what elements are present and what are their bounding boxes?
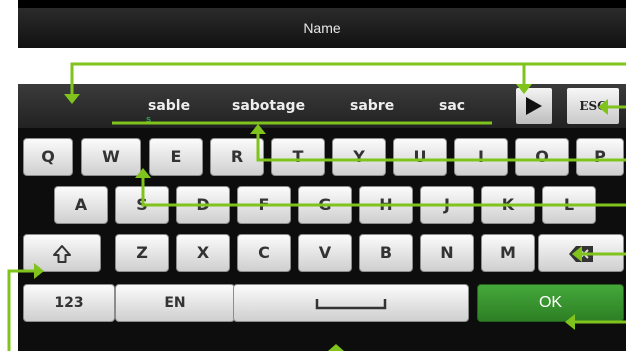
- ok-button[interactable]: OK: [477, 284, 624, 322]
- key-a[interactable]: A: [54, 186, 108, 224]
- backspace-key[interactable]: [538, 234, 624, 272]
- next-suggestions-button[interactable]: [516, 88, 552, 124]
- suggestion-4[interactable]: sac: [439, 84, 465, 128]
- key-n[interactable]: N: [420, 234, 474, 272]
- key-y[interactable]: Y: [332, 138, 386, 176]
- numbers-key[interactable]: 123: [23, 284, 115, 322]
- key-j[interactable]: J: [420, 186, 474, 224]
- key-v[interactable]: V: [298, 234, 352, 272]
- key-f[interactable]: F: [237, 186, 291, 224]
- keyboard: Q W E R T Y U I O P A S D F G H J K L Z …: [18, 128, 626, 351]
- space-key[interactable]: [233, 284, 469, 322]
- suggestion-1[interactable]: sable: [148, 84, 190, 128]
- key-l[interactable]: L: [542, 186, 596, 224]
- key-c[interactable]: C: [237, 234, 291, 272]
- space-icon: [315, 298, 387, 309]
- language-key[interactable]: EN: [115, 284, 235, 322]
- esc-button[interactable]: ESC: [567, 88, 619, 124]
- key-k[interactable]: K: [481, 186, 535, 224]
- key-g[interactable]: G: [298, 186, 352, 224]
- key-d[interactable]: D: [176, 186, 230, 224]
- suggestion-2[interactable]: sabotage: [232, 84, 305, 128]
- key-m[interactable]: M: [481, 234, 535, 272]
- key-u[interactable]: U: [393, 138, 447, 176]
- play-arrow-icon: [526, 97, 542, 115]
- key-t[interactable]: T: [271, 138, 325, 176]
- key-p[interactable]: P: [576, 138, 624, 176]
- title-bar: Name: [18, 8, 626, 48]
- key-s[interactable]: S: [115, 186, 169, 224]
- key-h[interactable]: H: [359, 186, 413, 224]
- name-input[interactable]: [18, 48, 626, 84]
- page-title: Name: [303, 20, 341, 36]
- shift-icon: [53, 244, 71, 263]
- key-b[interactable]: B: [359, 234, 413, 272]
- suggestion-3[interactable]: sabre: [350, 84, 394, 128]
- key-z[interactable]: Z: [115, 234, 169, 272]
- key-r[interactable]: R: [210, 138, 264, 176]
- key-o[interactable]: O: [515, 138, 569, 176]
- key-q[interactable]: Q: [23, 138, 73, 176]
- key-e[interactable]: E: [149, 138, 203, 176]
- preview-char: s: [146, 114, 152, 124]
- key-i[interactable]: I: [454, 138, 508, 176]
- key-w[interactable]: W: [81, 138, 141, 176]
- shift-key[interactable]: [23, 234, 101, 272]
- backspace-icon: [569, 245, 593, 262]
- key-x[interactable]: X: [176, 234, 230, 272]
- device-screen: Name sable sabotage sabre sac ESC s Q W …: [18, 0, 626, 351]
